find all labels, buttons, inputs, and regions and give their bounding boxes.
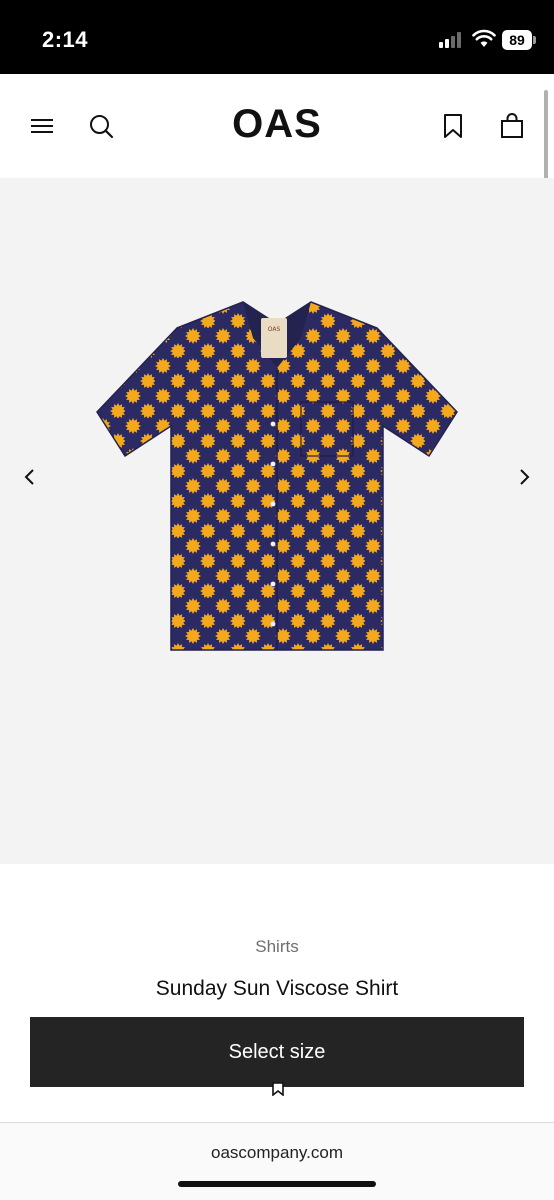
home-indicator[interactable] xyxy=(178,1181,376,1187)
site-header: OAS xyxy=(0,74,554,178)
bag-icon[interactable] xyxy=(498,112,526,140)
status-time: 2:14 xyxy=(42,27,89,52)
signal-icon xyxy=(439,32,465,48)
battery-level: 89 xyxy=(502,30,532,50)
browser-url-bar[interactable]: oascompany.com xyxy=(0,1122,554,1200)
svg-text:OAS: OAS xyxy=(268,326,281,333)
battery-icon: 89 xyxy=(502,30,536,50)
product-title: Sunday Sun Viscose Shirt xyxy=(155,977,399,1000)
chevron-left-icon[interactable] xyxy=(20,466,40,488)
chevron-right-icon[interactable] xyxy=(514,466,534,488)
product-category[interactable]: Shirts xyxy=(0,937,554,957)
product-gallery: OAS xyxy=(0,178,554,864)
shirt-image: OAS xyxy=(96,301,458,651)
status-bar: 2:14 89 xyxy=(0,0,554,74)
wishlist-bookmark-icon[interactable] xyxy=(271,1082,285,1096)
url-text[interactable]: oascompany.com xyxy=(0,1143,554,1163)
bookmark-icon[interactable] xyxy=(439,112,467,140)
select-size-button[interactable]: Select size xyxy=(30,1017,524,1087)
brand-logo[interactable]: OAS xyxy=(0,102,554,147)
wifi-icon xyxy=(472,29,496,47)
